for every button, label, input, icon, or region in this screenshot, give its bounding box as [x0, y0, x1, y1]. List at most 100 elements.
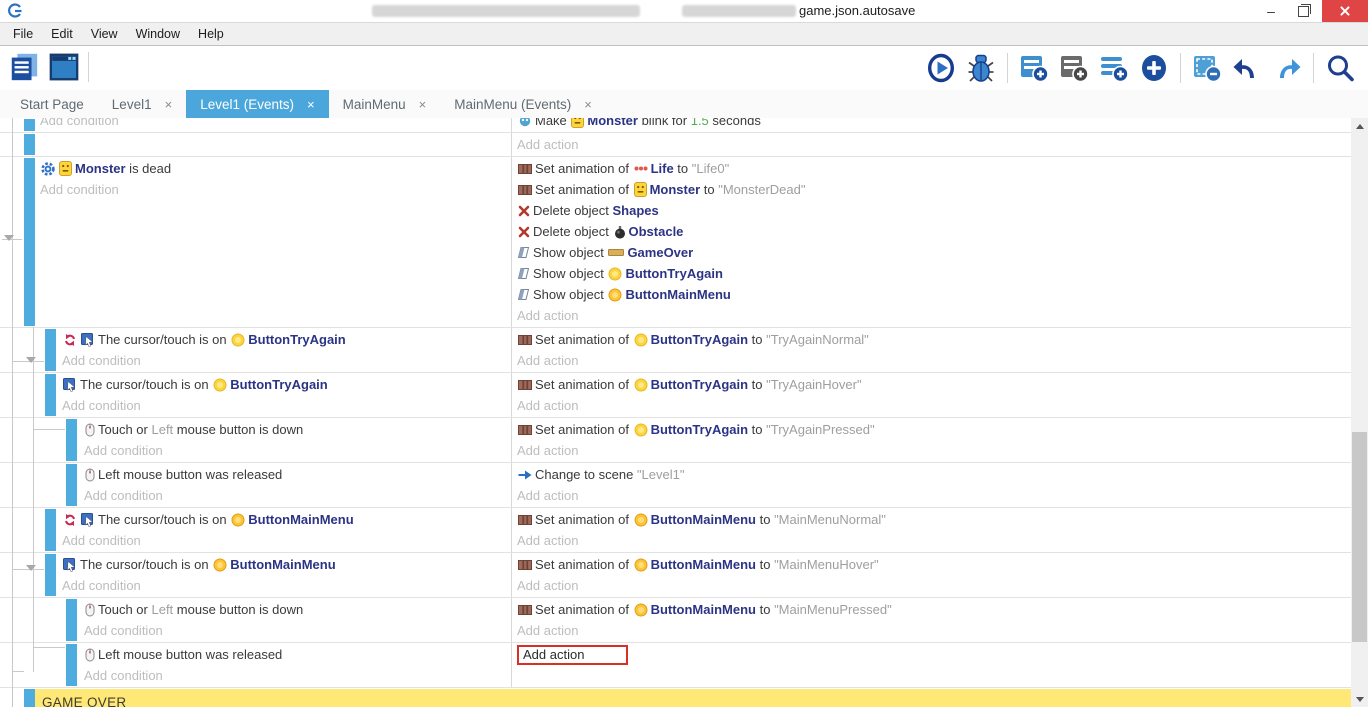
action-line[interactable]: Set animation of ButtonTryAgain to "TryA…	[517, 419, 1351, 440]
add-condition-button[interactable]: Add condition	[84, 485, 511, 506]
condition-line[interactable]: The cursor/touch is on ButtonMainMenu	[62, 509, 511, 530]
maximize-button[interactable]	[1288, 0, 1318, 22]
fold-event-toggle-icon[interactable]	[26, 565, 36, 571]
action-line[interactable]: Delete object Obstacle	[517, 221, 1351, 242]
close-button[interactable]	[1322, 0, 1368, 22]
sentence-text: mouse button is down	[173, 602, 303, 617]
action-line[interactable]: Show object ButtonMainMenu	[517, 284, 1351, 305]
condition-line[interactable]: The cursor/touch is on ButtonTryAgain	[62, 329, 511, 350]
undo-icon[interactable]	[1231, 52, 1263, 84]
minimize-button[interactable]: –	[1256, 0, 1286, 22]
tab-level1-events-[interactable]: Level1 (Events)×	[186, 90, 328, 118]
action-line[interactable]: Set animation of ButtonTryAgain to "TryA…	[517, 374, 1351, 395]
event-block[interactable]: Left mouse button was releasedAdd condit…	[0, 643, 1351, 688]
tab-start-page[interactable]: Start Page	[6, 90, 98, 118]
add-event-icon[interactable]	[1018, 52, 1050, 84]
event-block[interactable]: Touch or Left mouse button is downAdd co…	[0, 598, 1351, 643]
tab-mainmenu[interactable]: MainMenu×	[329, 90, 441, 118]
menu-help[interactable]: Help	[189, 23, 233, 45]
play-icon[interactable]	[925, 52, 957, 84]
remove-event-icon[interactable]	[1191, 52, 1223, 84]
debugger-icon[interactable]	[965, 52, 997, 84]
add-comment-icon[interactable]	[1098, 52, 1130, 84]
object-name: ButtonMainMenu	[651, 512, 756, 527]
action-line[interactable]: Set animation of ButtonMainMenu to "Main…	[517, 509, 1351, 530]
project-manager-icon[interactable]	[8, 51, 40, 83]
event-block[interactable]: Touch or Left mouse button is downAdd co…	[0, 418, 1351, 463]
event-block[interactable]: Add action	[0, 133, 1351, 157]
event-block[interactable]: Monster is deadAdd condition Set animatio…	[0, 157, 1351, 328]
scroll-up-button[interactable]	[1351, 118, 1368, 134]
redo-icon[interactable]	[1271, 52, 1303, 84]
add-action-button[interactable]: Add action	[517, 620, 1351, 641]
sentence-text: "TryAgainHover"	[766, 377, 861, 392]
tab-mainmenu-events-[interactable]: MainMenu (Events)×	[440, 90, 606, 118]
condition-line[interactable]: The cursor/touch is on ButtonTryAgain	[62, 374, 511, 395]
add-condition-button[interactable]: Add condition	[62, 395, 511, 416]
tab-close-icon[interactable]: ×	[165, 98, 173, 111]
monster-icon	[571, 118, 584, 128]
vertical-scrollbar[interactable]	[1351, 118, 1368, 707]
comment-event[interactable]: GAME OVER	[0, 688, 1351, 707]
condition-line[interactable]: The cursor/touch is on ButtonMainMenu	[62, 554, 511, 575]
fold-event-toggle-icon[interactable]	[26, 357, 36, 363]
add-condition-button[interactable]: Add condition	[84, 620, 511, 641]
toolbar-separator	[1313, 53, 1314, 83]
search-icon[interactable]	[1324, 52, 1356, 84]
add-condition-button[interactable]: Add condition	[40, 179, 511, 200]
menu-window[interactable]: Window	[127, 23, 189, 45]
action-line[interactable]: Set animation of Monster to "MonsterDead…	[517, 179, 1351, 200]
menu-file[interactable]: File	[4, 23, 42, 45]
event-selection-bar	[66, 599, 77, 641]
event-block[interactable]: The cursor/touch is on ButtonTryAgainAdd…	[0, 328, 1351, 373]
event-block[interactable]: The cursor/touch is on ButtonMainMenuAdd…	[0, 508, 1351, 553]
add-action-button[interactable]: Add action	[517, 395, 1351, 416]
add-condition-button[interactable]: Add condition	[84, 440, 511, 461]
menu-edit[interactable]: Edit	[42, 23, 82, 45]
action-line[interactable]: Set animation of ButtonMainMenu to "Main…	[517, 554, 1351, 575]
tab-close-icon[interactable]: ×	[307, 98, 315, 111]
tab-level1[interactable]: Level1×	[98, 90, 186, 118]
add-condition-button[interactable]: Add condition	[40, 118, 511, 131]
condition-line[interactable]: Left mouse button was released	[84, 464, 511, 485]
add-action-button[interactable]: Add action	[517, 575, 1351, 596]
sentence-text: Set animation of	[535, 602, 633, 617]
add-action-button[interactable]: Add action	[517, 305, 1351, 326]
event-block[interactable]: Left mouse button was releasedAdd condit…	[0, 463, 1351, 508]
add-sub-event-icon[interactable]	[1058, 52, 1090, 84]
add-condition-button[interactable]: Add condition	[84, 665, 511, 686]
event-block[interactable]: Add condition Make Monster blink for 1.5 …	[0, 118, 1351, 133]
add-action-button[interactable]: Add action	[517, 134, 1351, 155]
condition-line[interactable]: Monster is dead	[40, 158, 511, 179]
add-action-button[interactable]: Add action	[517, 644, 1351, 665]
actions-column: Set animation of ButtonMainMenu to "Main…	[512, 598, 1351, 642]
add-action-button[interactable]: Add action	[517, 485, 1351, 506]
menu-view[interactable]: View	[82, 23, 127, 45]
add-condition-button[interactable]: Add condition	[62, 575, 511, 596]
sentence-text: "Life0"	[692, 161, 729, 176]
add-action-button[interactable]: Add action	[517, 530, 1351, 551]
event-block[interactable]: The cursor/touch is on ButtonMainMenuAdd…	[0, 553, 1351, 598]
action-line[interactable]: Set animation of ButtonMainMenu to "Main…	[517, 599, 1351, 620]
action-line[interactable]: Change to scene "Level1"	[517, 464, 1351, 485]
action-line[interactable]: Show object ButtonTryAgain	[517, 263, 1351, 284]
fold-event-toggle-icon[interactable]	[4, 235, 14, 241]
action-line[interactable]: Set animation of Life to "Life0"	[517, 158, 1351, 179]
add-new-event-icon[interactable]	[1138, 52, 1170, 84]
tab-close-icon[interactable]: ×	[584, 98, 592, 111]
action-line[interactable]: Make Monster blink for 1.5 seconds	[517, 118, 1351, 131]
scrollbar-thumb[interactable]	[1352, 432, 1367, 642]
action-line[interactable]: Delete object Shapes	[517, 200, 1351, 221]
action-line[interactable]: Show object GameOver	[517, 242, 1351, 263]
condition-line[interactable]: Touch or Left mouse button is down	[84, 599, 511, 620]
condition-line[interactable]: Touch or Left mouse button is down	[84, 419, 511, 440]
add-condition-button[interactable]: Add condition	[62, 350, 511, 371]
condition-line[interactable]: Left mouse button was released	[84, 644, 511, 665]
event-block[interactable]: The cursor/touch is on ButtonTryAgainAdd…	[0, 373, 1351, 418]
add-action-button[interactable]: Add action	[517, 350, 1351, 371]
tab-close-icon[interactable]: ×	[419, 98, 427, 111]
action-line[interactable]: Set animation of ButtonTryAgain to "TryA…	[517, 329, 1351, 350]
scene-editors-icon[interactable]	[48, 51, 80, 83]
add-action-button[interactable]: Add action	[517, 440, 1351, 461]
add-condition-button[interactable]: Add condition	[62, 530, 511, 551]
